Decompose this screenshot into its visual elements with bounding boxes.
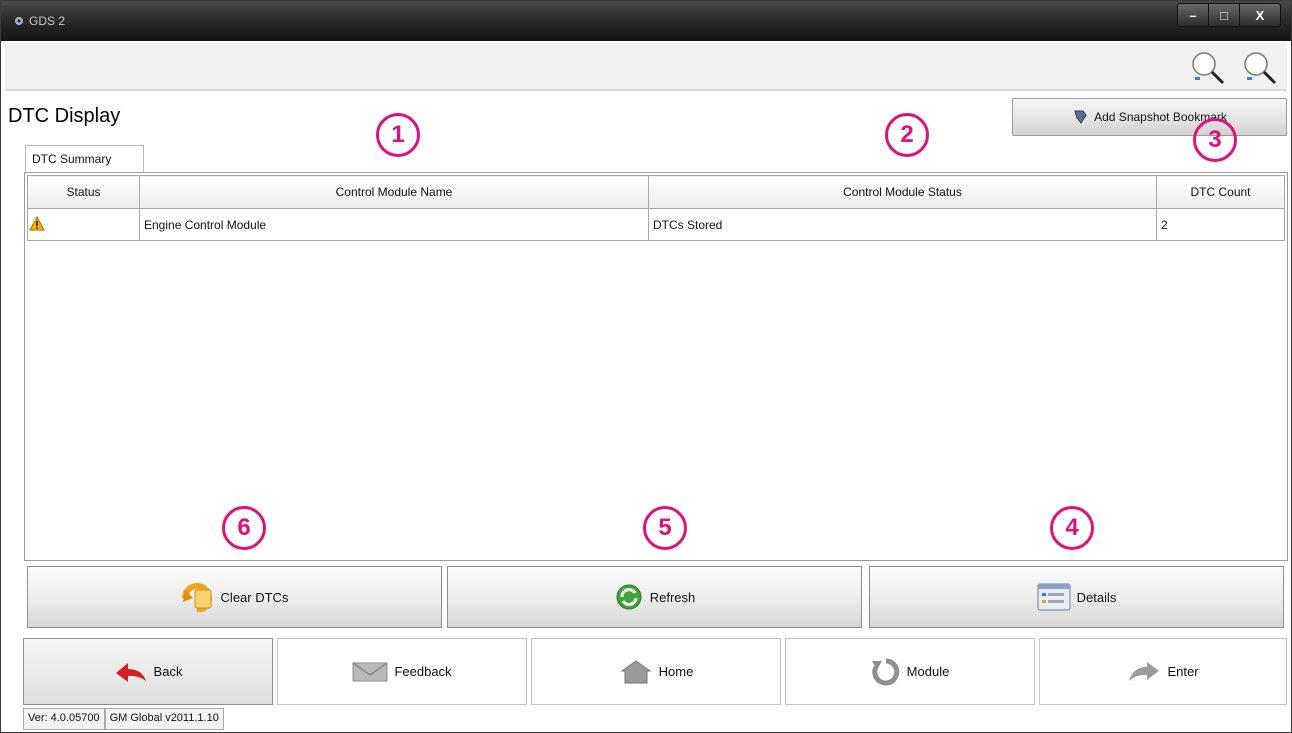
module-name-cell: Engine Control Module <box>139 208 649 241</box>
envelope-icon <box>352 661 388 681</box>
enter-label: Enter <box>1167 664 1199 679</box>
callout-2: 2 <box>885 113 929 157</box>
refresh-icon <box>616 584 642 610</box>
clear-dtcs-button[interactable]: Clear DTCs <box>27 566 442 628</box>
bookmark-icon <box>1074 110 1087 124</box>
title-bar[interactable]: GDS 2 – □ X <box>1 1 1291 41</box>
page-title: DTC Display <box>8 105 121 127</box>
back-button[interactable]: Back <box>23 638 273 705</box>
details-icon <box>1037 583 1071 611</box>
home-icon <box>620 659 652 683</box>
feedback-label: Feedback <box>394 664 452 679</box>
column-header-dtc-count[interactable]: DTC Count <box>1156 175 1285 209</box>
feedback-button[interactable]: Feedback <box>277 638 527 705</box>
home-label: Home <box>658 664 694 679</box>
app-window: GDS 2 – □ X DTC Display Add Snapshot Boo… <box>0 0 1292 733</box>
status-bar: Ver: 4.0.05700 GM Global v2011.1.10 <box>23 708 224 730</box>
maximize-button[interactable]: □ <box>1209 4 1240 26</box>
dtc-table: Status Control Module Name Control Modul… <box>27 175 1285 241</box>
add-snapshot-bookmark-button[interactable]: Add Snapshot Bookmark <box>1012 98 1287 136</box>
home-button[interactable]: Home <box>531 638 781 705</box>
toolbar <box>5 43 1287 91</box>
app-icon <box>15 17 23 25</box>
warning-icon <box>29 215 45 230</box>
global-version-label: GM Global v2011.1.10 <box>104 708 224 730</box>
module-label: Module <box>906 664 950 679</box>
details-label: Details <box>1076 589 1117 605</box>
column-header-status[interactable]: Status <box>27 175 140 209</box>
module-button[interactable]: Module <box>785 638 1035 705</box>
refresh-button[interactable]: Refresh <box>447 566 862 628</box>
window-title: GDS 2 <box>29 14 66 28</box>
table-row[interactable]: Engine Control Module DTCs Stored 2 <box>27 208 1285 241</box>
enter-arrow-icon <box>1129 661 1160 681</box>
dtc-table-panel: Status Control Module Name Control Modul… <box>24 172 1288 561</box>
column-header-module-status[interactable]: Control Module Status <box>648 175 1157 209</box>
version-label: Ver: 4.0.05700 <box>23 708 105 730</box>
clear-icon <box>181 583 212 612</box>
clear-dtcs-label: Clear DTCs <box>220 589 289 605</box>
callout-3: 3 <box>1193 118 1237 162</box>
callout-6: 6 <box>222 506 266 550</box>
dtc-count-cell: 2 <box>1156 208 1285 241</box>
tab-dtc-summary[interactable]: DTC Summary <box>25 145 144 172</box>
zoom-in-icon[interactable] <box>1189 49 1227 87</box>
callout-1: 1 <box>376 113 420 157</box>
module-status-cell: DTCs Stored <box>648 208 1157 241</box>
back-arrow-icon <box>115 662 146 682</box>
module-icon <box>871 658 899 685</box>
navigation-bar: Back Feedback Home Module Enter <box>23 638 1287 706</box>
status-cell <box>27 208 140 241</box>
back-label: Back <box>153 664 183 679</box>
column-header-module-name[interactable]: Control Module Name <box>139 175 649 209</box>
details-button[interactable]: Details <box>869 566 1284 628</box>
callout-5: 5 <box>643 506 687 550</box>
enter-button[interactable]: Enter <box>1039 638 1287 705</box>
zoom-out-icon[interactable] <box>1241 49 1279 87</box>
minimize-button[interactable]: – <box>1178 4 1209 26</box>
callout-4: 4 <box>1050 506 1094 550</box>
close-button[interactable]: X <box>1240 4 1280 26</box>
table-header-row: Status Control Module Name Control Modul… <box>27 175 1285 209</box>
refresh-label: Refresh <box>649 589 696 605</box>
window-controls: – □ X <box>1177 3 1281 27</box>
